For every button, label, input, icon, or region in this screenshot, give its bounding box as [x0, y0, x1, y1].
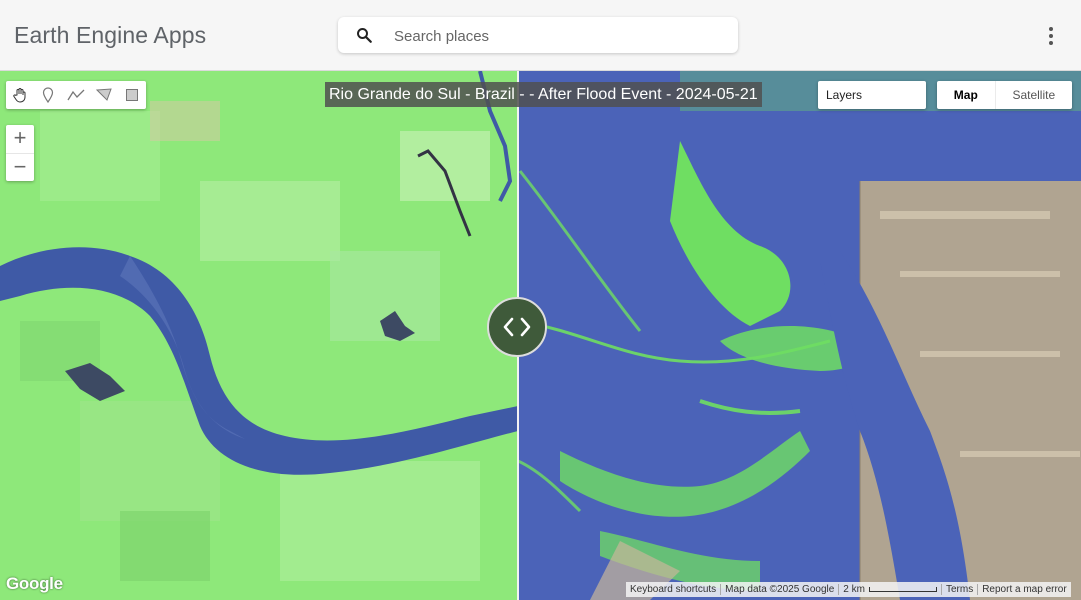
- zoom-in-button[interactable]: +: [6, 125, 34, 154]
- zoom-out-button[interactable]: −: [6, 154, 34, 182]
- google-logo: Google: [6, 574, 63, 593]
- app-header: Earth Engine Apps: [0, 0, 1081, 71]
- after-flood-imagery: [518, 71, 1081, 600]
- map-type-satellite-button[interactable]: Satellite: [994, 81, 1072, 109]
- search-input[interactable]: [392, 24, 726, 48]
- scale-bar: [868, 586, 937, 592]
- map-footer: Keyboard shortcuts Map data ©2025 Google…: [626, 582, 1071, 597]
- search-icon[interactable]: [355, 26, 373, 44]
- report-map-error-link[interactable]: Report a map error: [978, 584, 1070, 595]
- keyboard-shortcuts-link[interactable]: Keyboard shortcuts: [626, 584, 720, 595]
- split-compare-icon: [503, 317, 531, 337]
- hand-icon[interactable]: [6, 81, 34, 109]
- map-canvas[interactable]: + − Rio Grande do Sul - Brazil - - After…: [0, 71, 1081, 600]
- map-type-map-button[interactable]: Map: [937, 81, 995, 109]
- polyline-icon[interactable]: [62, 81, 90, 109]
- map-data-attribution: Map data ©2025 Google: [725, 584, 835, 595]
- before-flood-imagery: [0, 71, 518, 600]
- zoom-controls: + −: [6, 125, 34, 181]
- map-type-control: Map Satellite: [937, 81, 1072, 109]
- drawing-toolbar: [6, 81, 146, 109]
- marker-icon[interactable]: [34, 81, 62, 109]
- search-box[interactable]: [338, 17, 738, 53]
- swipe-slider-handle[interactable]: [487, 297, 547, 357]
- scale-control[interactable]: 2 km: [839, 584, 941, 595]
- scale-label: 2 km: [843, 584, 865, 595]
- terms-link[interactable]: Terms: [942, 584, 977, 595]
- map-title-label: Rio Grande do Sul - Brazil - - After Flo…: [325, 82, 762, 107]
- app-title: Earth Engine Apps: [14, 22, 207, 48]
- more-vert-icon[interactable]: [1040, 24, 1062, 48]
- polygon-icon[interactable]: [90, 81, 118, 109]
- rectangle-icon[interactable]: [118, 81, 146, 109]
- layers-dropdown[interactable]: Layers: [818, 81, 926, 109]
